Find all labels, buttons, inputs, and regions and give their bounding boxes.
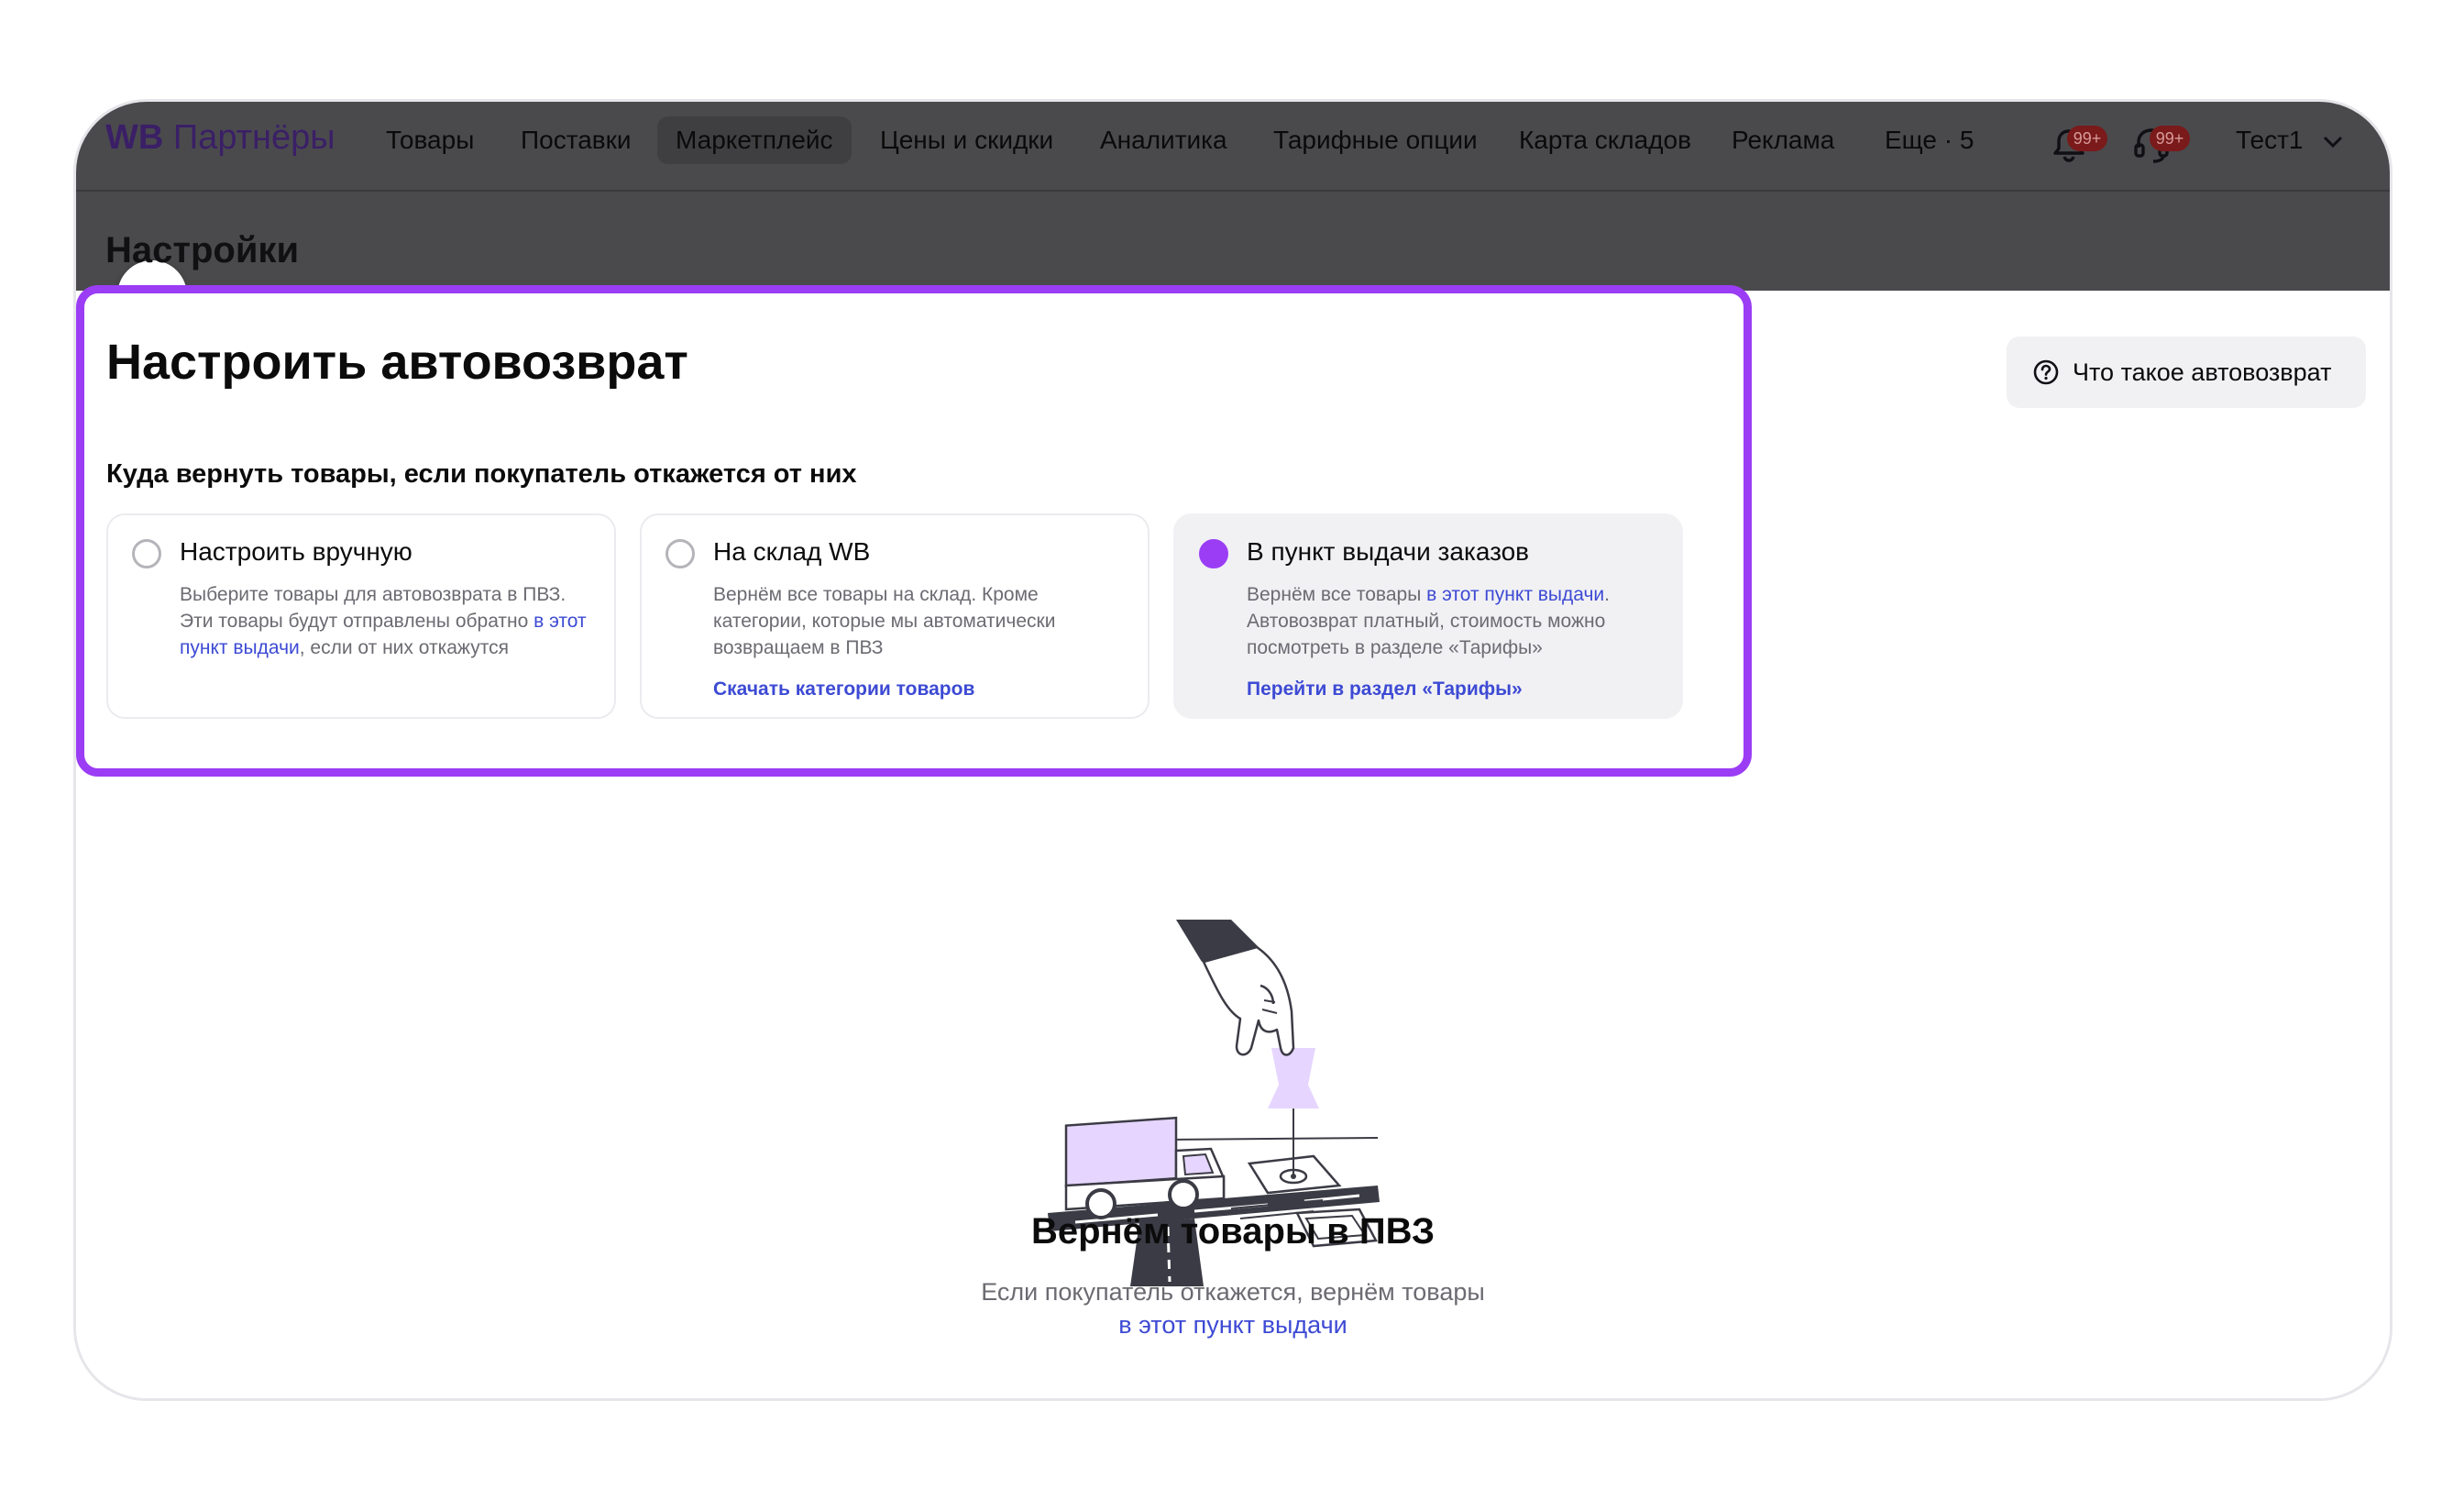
result-title: Вернём товары в ПВЗ xyxy=(1030,1211,1436,1252)
help-button-label: Что такое автовозврат xyxy=(2073,358,2332,386)
page-title: Настройки xyxy=(105,230,300,270)
option-description: Выберите товары для автовозврата в ПВЗ. … xyxy=(180,581,592,661)
top-navbar: WB Партнёры Товары Поставки Маркетплейс … xyxy=(76,102,2390,192)
notifications-badge: 99+ xyxy=(2067,126,2107,151)
support-button[interactable]: 99+ xyxy=(2126,118,2190,170)
pickup-point-link[interactable]: в этот пункт выдачи xyxy=(1426,584,1604,605)
option-description: Вернём все товары на склад. Кроме катего… xyxy=(713,584,1056,658)
nav-item-marketplace[interactable]: Маркетплейс xyxy=(657,116,852,164)
nav-item-products[interactable]: Товары xyxy=(386,126,474,155)
desc-text: Выберите товары для автовозврата в ПВЗ. … xyxy=(180,584,566,632)
option-wb-warehouse[interactable]: На склад WB Вернём все товары на склад. … xyxy=(640,513,1150,719)
logo-brand: WB xyxy=(105,118,164,157)
autoreturn-settings-panel: Настроить автовозврат Куда вернуть товар… xyxy=(76,285,1752,777)
radio-pickup-point[interactable] xyxy=(1199,539,1228,568)
nav-item-prices-discounts[interactable]: Цены и скидки xyxy=(880,126,1053,155)
download-categories-link[interactable]: Скачать категории товаров xyxy=(713,678,974,700)
tariffs-link[interactable]: Перейти в раздел «Тарифы» xyxy=(1247,678,1523,700)
result-desc-text: Если покупатель откажется, вернём товары xyxy=(981,1278,1485,1306)
result-description: Если покупатель откажется, вернём товары… xyxy=(976,1275,1490,1341)
support-badge: 99+ xyxy=(2150,126,2190,151)
option-pickup-point[interactable]: В пункт выдачи заказов Вернём все товары… xyxy=(1173,513,1683,719)
result-pickup-point-link[interactable]: в этот пункт выдачи xyxy=(1118,1311,1347,1339)
section-title: Настроить автовозврат xyxy=(106,335,688,390)
nav-item-ads[interactable]: Реклама xyxy=(1732,126,1834,155)
chevron-down-icon xyxy=(2324,136,2343,148)
option-title: Настроить вручную xyxy=(180,537,412,566)
nav-item-tariff-options[interactable]: Тарифные опции xyxy=(1273,126,1478,155)
nav-item-more[interactable]: Еще · 5 xyxy=(1885,126,1974,155)
notifications-button[interactable]: 99+ xyxy=(2043,118,2107,170)
option-title: В пункт выдачи заказов xyxy=(1247,537,1530,566)
wb-partners-logo[interactable]: WB Партнёры xyxy=(105,118,336,158)
nav-item-warehouse-map[interactable]: Карта складов xyxy=(1519,126,1691,155)
what-is-autoreturn-button[interactable]: Что такое автовозврат xyxy=(2007,336,2366,408)
option-title: На склад WB xyxy=(713,537,871,566)
option-description: Вернём все товары в этот пункт выдачи. А… xyxy=(1247,581,1659,661)
radio-wb-warehouse[interactable] xyxy=(666,539,695,568)
radio-manual[interactable] xyxy=(132,539,161,568)
desc-text: Вернём все товары xyxy=(1247,584,1427,605)
main-content: Настроить автовозврат Куда вернуть товар… xyxy=(76,285,2390,1398)
question-circle-icon xyxy=(2033,359,2059,385)
user-menu[interactable]: Тест1 xyxy=(2236,126,2343,155)
app-window: WB Партнёры Товары Поставки Маркетплейс … xyxy=(73,99,2392,1401)
option-manual[interactable]: Настроить вручную Выберите товары для ав… xyxy=(106,513,616,719)
nav-item-supplies[interactable]: Поставки xyxy=(521,126,632,155)
desc-text: , если от них откажутся xyxy=(299,637,509,658)
user-name: Тест1 xyxy=(2236,126,2304,154)
return-question: Куда вернуть товары, если покупатель отк… xyxy=(106,459,857,489)
nav-item-analytics[interactable]: Аналитика xyxy=(1100,126,1227,155)
logo-text: Партнёры xyxy=(163,118,336,157)
